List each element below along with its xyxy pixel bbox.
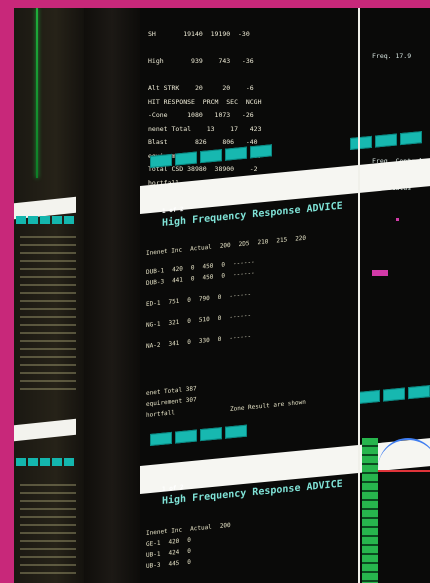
toolbar-button[interactable] <box>358 389 380 404</box>
toolbar-button[interactable] <box>375 133 397 148</box>
green-trace <box>36 8 38 178</box>
cyan-button-row <box>150 424 247 446</box>
toolbar-button[interactable] <box>383 387 405 402</box>
monitor-bezel <box>84 8 140 583</box>
toolbar-button[interactable] <box>200 149 222 164</box>
toolbar-button[interactable] <box>175 151 197 166</box>
lower-table: Inenet Inc Actual 200 GE-1 420 0 UB-1 424 0 UB… <box>146 520 231 572</box>
toolbar-button[interactable] <box>225 424 247 439</box>
toolbar-button[interactable] <box>150 431 172 446</box>
top-line: SH 19140 19190 -30 <box>148 30 250 38</box>
photo-frame: SH 19140 19190 -30 High 939 743 -36 Alt … <box>14 8 430 583</box>
cyan-button-row <box>358 385 430 404</box>
toolbar-button[interactable] <box>175 429 197 444</box>
response-header: HIT RESPONSE PRCM SEC NCGH <box>148 98 262 106</box>
toolbar-button[interactable] <box>250 144 272 159</box>
left-monitor <box>14 8 84 583</box>
toolbar-button[interactable] <box>400 131 422 146</box>
main-screen: SH 19140 19190 -30 High 939 743 -36 Alt … <box>140 8 430 583</box>
toolbar-button[interactable] <box>200 427 222 442</box>
top-line: High 939 743 -36 <box>148 57 254 65</box>
page-indicator: 1 of 2 <box>162 483 184 493</box>
page-indicator: 1 of 2 <box>162 205 184 215</box>
cyan-button-row <box>16 216 76 224</box>
toolbar-button[interactable] <box>350 135 372 150</box>
toolbar-button[interactable] <box>225 146 247 161</box>
status-marker <box>396 218 399 221</box>
response-line: nenet Total 13 17 423 <box>148 125 262 133</box>
zone-note: Zone Result are shown <box>230 398 306 413</box>
toolbar-button[interactable] <box>150 153 172 168</box>
cyan-button-row <box>16 458 76 466</box>
totals-block: enet Total 387 equirement 307 hortfall <box>146 383 197 421</box>
zone-note-wrap: Zone Result are shown <box>230 397 306 415</box>
toolbar-button[interactable] <box>408 385 430 400</box>
status-marker <box>372 270 388 276</box>
upper-table: Inenet Inc Actual 200 2D5 210 215 220 DUB-1 420… <box>146 233 306 352</box>
window-divider <box>358 8 360 583</box>
right-label: Freq. 17.9 <box>372 52 412 60</box>
white-band <box>14 418 76 442</box>
left-data-lines <box>20 230 76 390</box>
green-trace-column <box>362 438 378 583</box>
left-data-lines <box>20 478 76 578</box>
